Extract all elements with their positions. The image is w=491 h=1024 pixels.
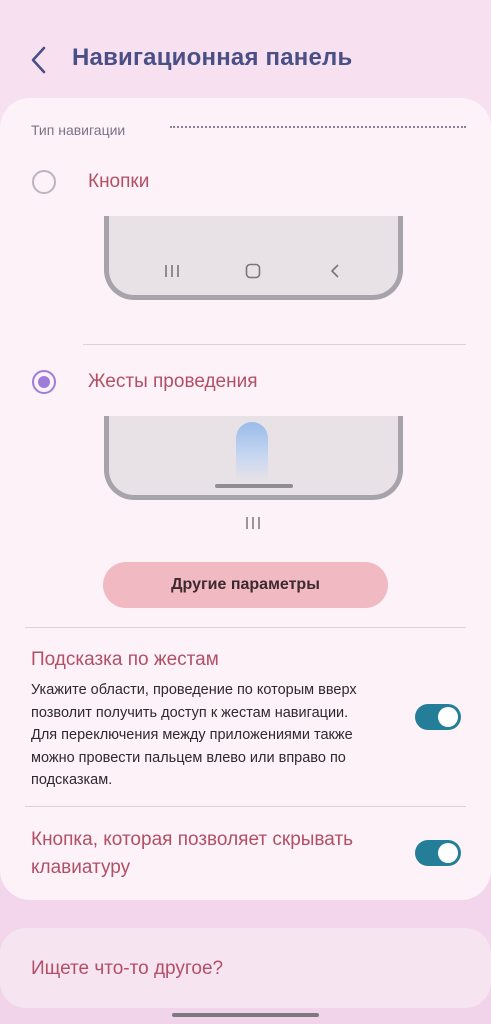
gesture-handle-bar: [215, 484, 293, 488]
recents-icon: [246, 517, 260, 529]
swipe-gesture-indicator: [236, 422, 268, 482]
gesture-hint-title[interactable]: Подсказка по жестам: [31, 646, 219, 674]
back-icon: [331, 264, 339, 278]
header: Навигационная панель: [0, 30, 491, 90]
chevron-left-icon: [31, 46, 46, 74]
page-title: Навигационная панель: [72, 44, 353, 71]
hide-keyboard-toggle[interactable]: [415, 840, 461, 866]
other-params-button[interactable]: Другие параметры: [103, 562, 388, 608]
divider: [25, 627, 466, 628]
gesture-hint-description: Укажите области, проведение по которым в…: [31, 682, 357, 788]
radio-buttons-option[interactable]: [32, 170, 56, 194]
section-label: Тип навигации: [31, 122, 126, 138]
search-suggestion-text[interactable]: Ищете что-то другое?: [31, 958, 223, 980]
option-label-gestures[interactable]: Жесты проведения: [88, 371, 258, 393]
recents-icon: [165, 265, 179, 277]
home-indicator[interactable]: [172, 1013, 319, 1017]
option-label-buttons[interactable]: Кнопки: [88, 171, 149, 193]
divider: [25, 806, 466, 807]
hide-keyboard-title[interactable]: Кнопка, которая позволяет скрывать клави…: [31, 826, 371, 882]
home-icon: [245, 263, 261, 279]
radio-gestures-option[interactable]: [32, 370, 56, 394]
buttons-preview[interactable]: [104, 216, 403, 300]
divider: [83, 344, 466, 345]
back-button[interactable]: [22, 40, 58, 80]
section-divider: [170, 126, 466, 128]
gesture-hint-toggle[interactable]: [415, 704, 461, 730]
